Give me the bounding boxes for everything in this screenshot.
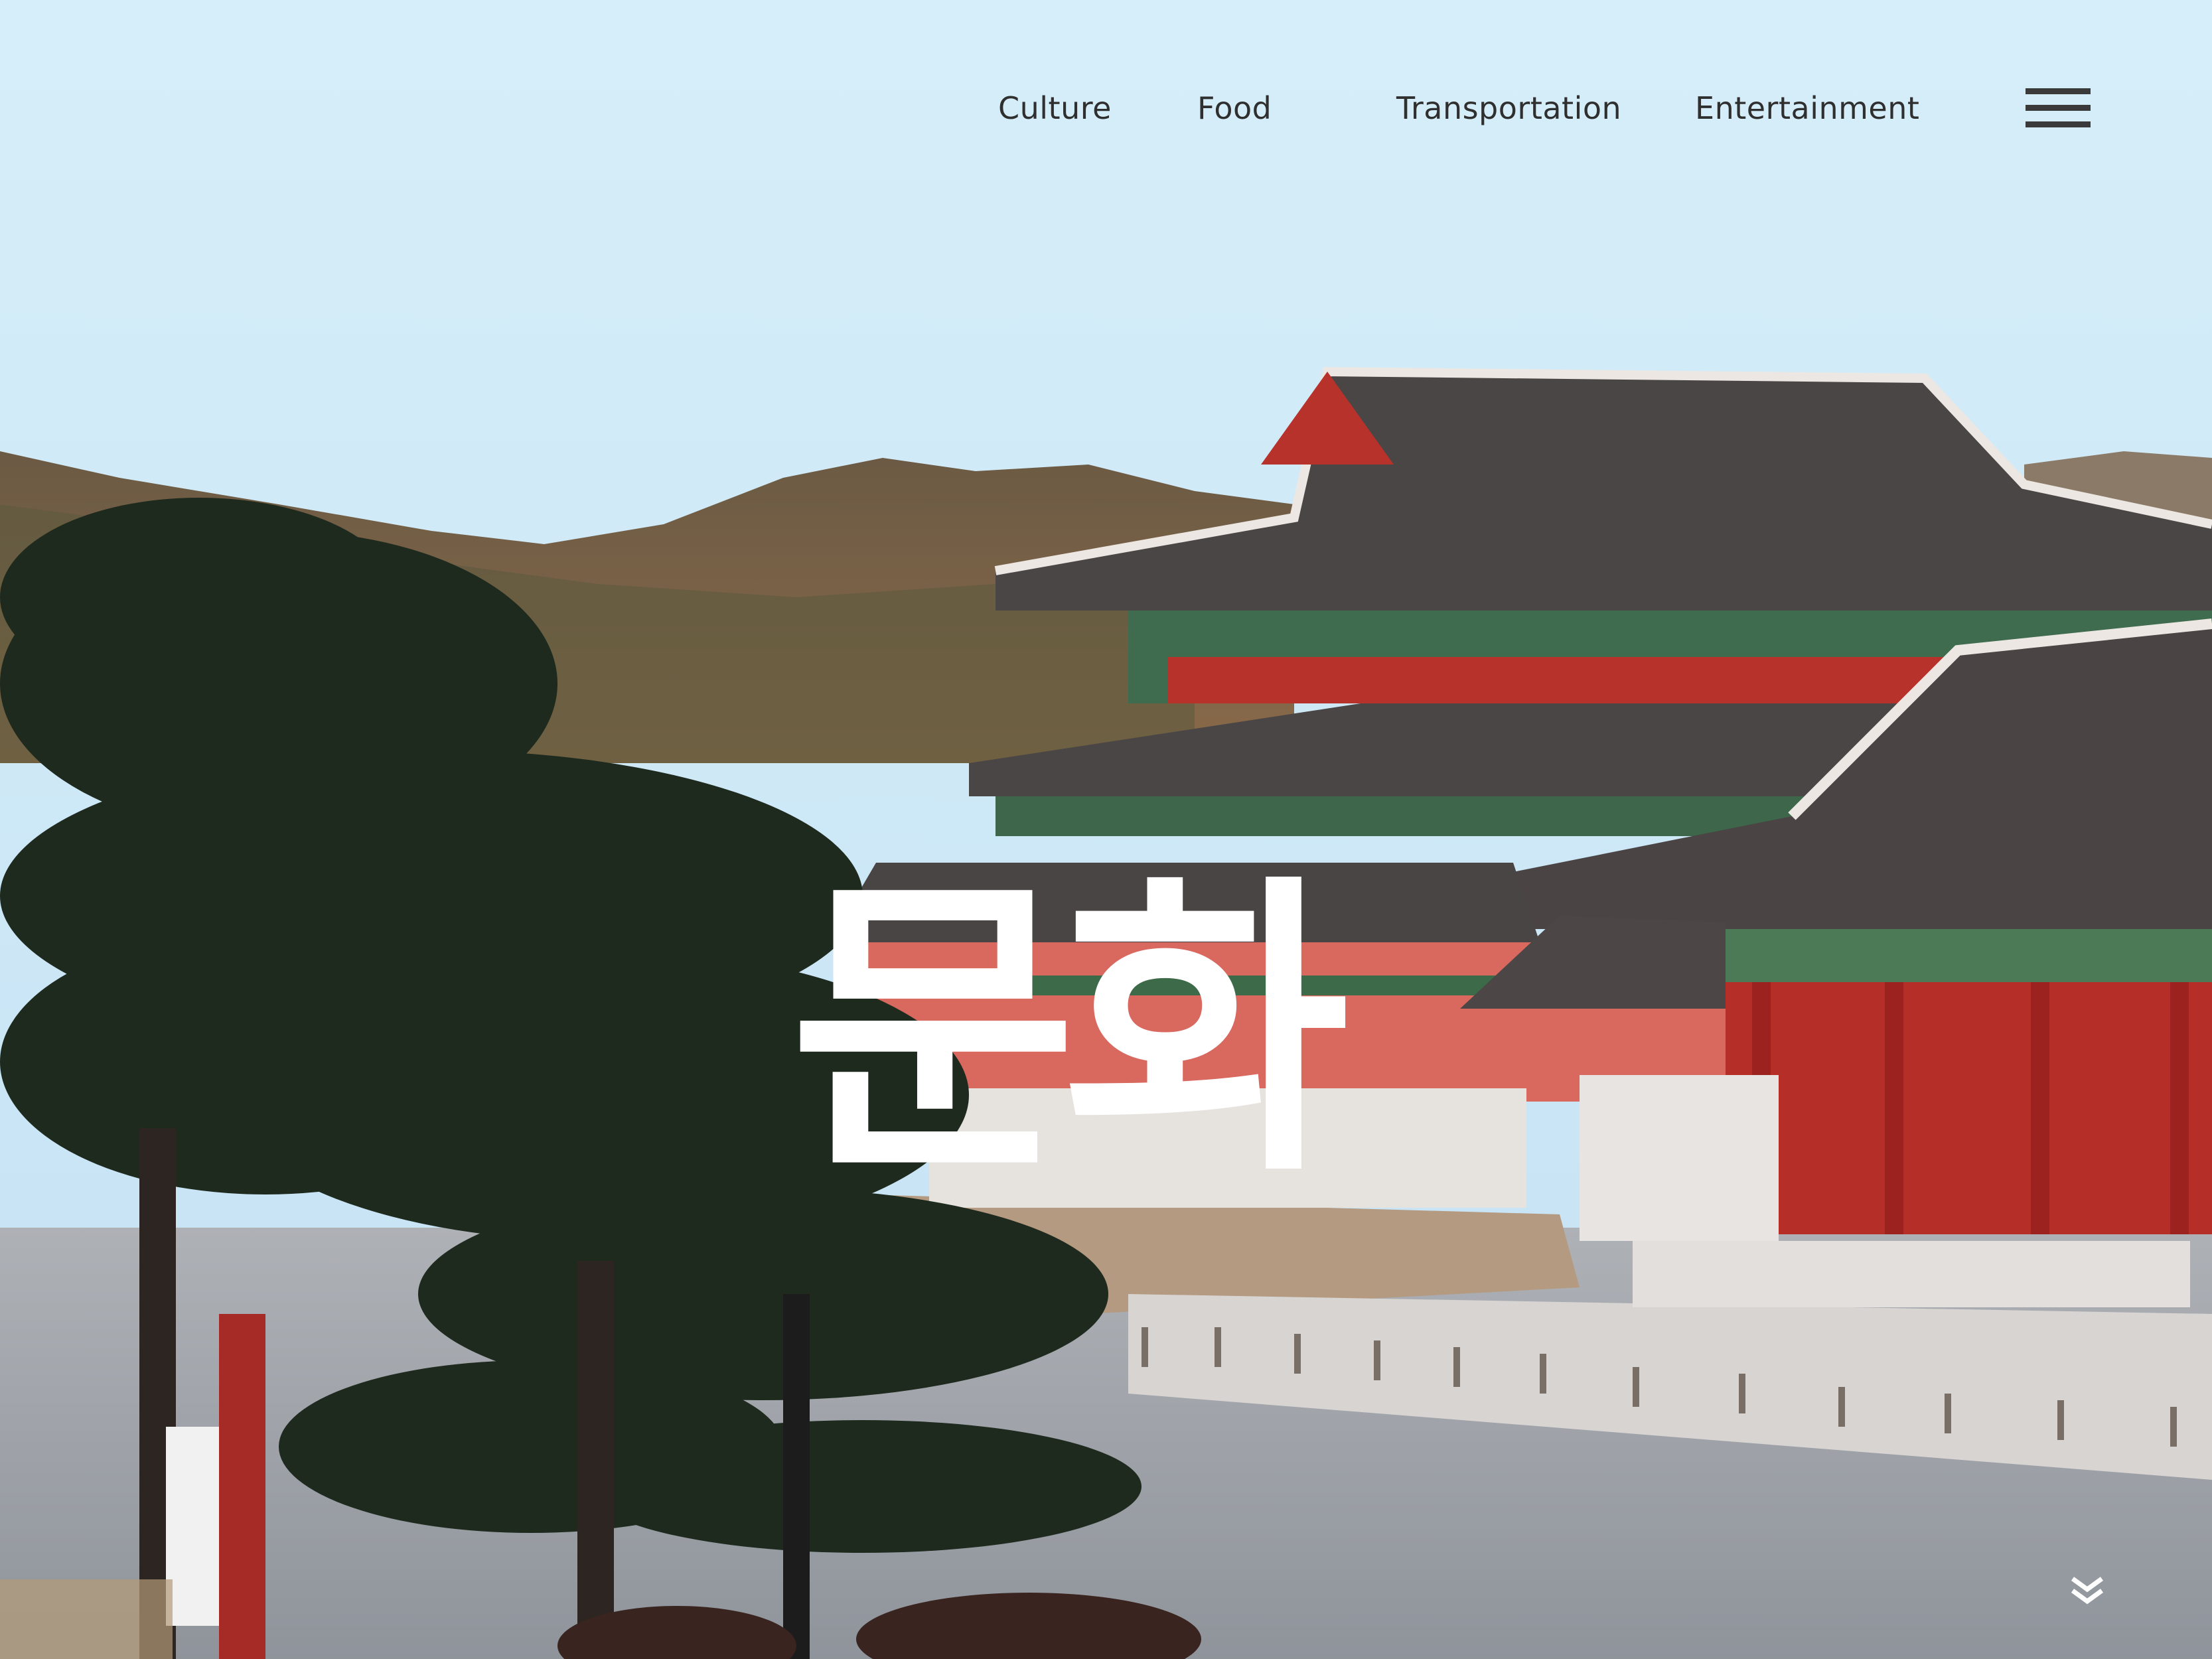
double-chevron-down-icon[interactable] — [2067, 1569, 2107, 1609]
hamburger-menu-icon[interactable] — [2026, 86, 2092, 134]
hero-section: Culture Food Transportation Entertainmen… — [0, 0, 2212, 1659]
menu-bar — [2026, 121, 2091, 127]
top-navigation: Culture Food Transportation Entertainmen… — [0, 0, 2212, 226]
hero-title: 문화 — [790, 849, 1351, 1213]
nav-link-food[interactable]: Food — [1197, 90, 1272, 126]
nav-link-culture[interactable]: Culture — [998, 90, 1112, 126]
menu-bar — [2026, 88, 2091, 94]
menu-bar — [2026, 105, 2091, 111]
nav-link-transportation[interactable]: Transportation — [1396, 90, 1621, 126]
hero-background-image — [0, 0, 2212, 1659]
nav-link-entertainment[interactable]: Entertainment — [1695, 90, 1919, 126]
